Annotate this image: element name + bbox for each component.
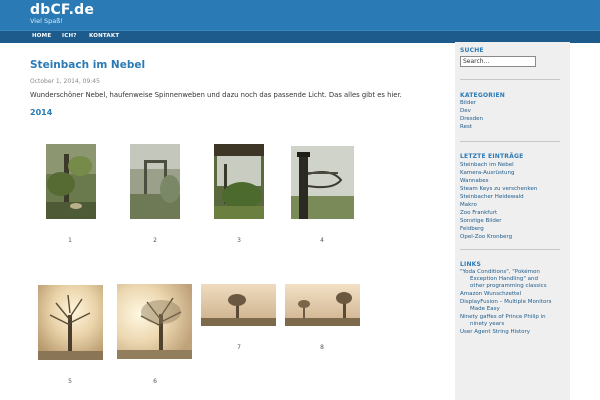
- gallery-caption: 3: [237, 237, 241, 244]
- divider: [460, 141, 560, 142]
- divider: [460, 249, 560, 250]
- nav-item-kontakt[interactable]: KONTAKT: [89, 33, 119, 39]
- sidebar: SUCHE KATEGORIEN Bilder Dev Dresden Rest…: [455, 42, 570, 400]
- blogroll-link-amazon[interactable]: Amazon Wunschzettel: [460, 291, 521, 298]
- recent-post-link[interactable]: Wannabes: [460, 178, 489, 185]
- recent-posts-heading: LETZTE EINTRÄGE: [460, 153, 524, 160]
- links-heading: LINKS: [460, 261, 482, 268]
- site-title[interactable]: dbCF.de: [30, 2, 94, 18]
- gallery-caption: 8: [320, 344, 324, 351]
- gallery-thumb-6[interactable]: [117, 284, 192, 359]
- post-title[interactable]: Steinbach im Nebel: [30, 59, 145, 71]
- gallery-caption: 7: [237, 344, 241, 351]
- gallery-thumb-2[interactable]: [130, 144, 180, 219]
- recent-post-link[interactable]: Steinbacher Heidewald: [460, 194, 524, 201]
- recent-post-link[interactable]: Feldberg: [460, 226, 484, 233]
- gallery-thumb-3[interactable]: [214, 144, 264, 219]
- gallery-caption: 4: [320, 237, 324, 244]
- blogroll-link-yoda[interactable]: "Yoda Conditions", "Pokémon: [460, 269, 540, 276]
- blogroll-link-prince-philip[interactable]: Ninety gaffes of Prince Philip in: [460, 314, 546, 321]
- blogroll-link-displayfusion[interactable]: DisplayFusion – Multiple Monitors: [460, 299, 551, 306]
- post-text: Wunderschöner Nebel, haufenweise Spinnen…: [30, 91, 402, 99]
- nav-item-ich[interactable]: ICH?: [62, 33, 77, 39]
- gallery-thumb-8[interactable]: [285, 284, 360, 326]
- search-input[interactable]: [460, 56, 536, 67]
- category-link[interactable]: Bilder: [460, 100, 476, 107]
- gallery-caption: 2: [153, 237, 157, 244]
- blogroll-link-displayfusion-cont[interactable]: Made Easy: [470, 306, 500, 313]
- recent-post-link[interactable]: Steam Keys zu verschenken: [460, 186, 537, 193]
- gallery-thumb-5[interactable]: [38, 285, 103, 360]
- divider: [460, 79, 560, 80]
- recent-post-link[interactable]: Kamera-Ausrüstung: [460, 170, 514, 177]
- gallery-caption: 1: [68, 237, 72, 244]
- gallery-caption: 5: [68, 378, 72, 385]
- categories-heading: KATEGORIEN: [460, 92, 506, 99]
- site-header: dbCF.de Viel Spaß!: [0, 0, 600, 30]
- recent-post-link[interactable]: Steinbach im Nebel: [460, 162, 514, 169]
- blogroll-link-user-agent[interactable]: User Agent String History: [460, 329, 530, 336]
- site-description: Viel Spaß!: [30, 17, 63, 25]
- category-link[interactable]: Dresden: [460, 116, 483, 123]
- blogroll-link-yoda-cont[interactable]: Exception Handling" and: [470, 276, 538, 283]
- category-link[interactable]: Rest: [460, 124, 472, 131]
- post-date: October 1, 2014, 09:45: [30, 78, 100, 85]
- recent-post-link[interactable]: Opel-Zoo Kronberg: [460, 234, 512, 241]
- nav-item-home[interactable]: HOME: [32, 33, 51, 39]
- recent-post-link[interactable]: Makro: [460, 202, 477, 209]
- gallery-heading: 2014: [30, 108, 53, 117]
- blogroll-link-prince-philip-cont[interactable]: ninety years: [470, 321, 504, 328]
- gallery-thumb-4[interactable]: [291, 146, 354, 219]
- gallery-thumb-7[interactable]: [201, 284, 276, 326]
- recent-post-link[interactable]: Zoo Frankfurt: [460, 210, 497, 217]
- gallery-thumb-1[interactable]: [46, 144, 96, 219]
- recent-post-link[interactable]: Sonstige Bilder: [460, 218, 501, 225]
- category-link[interactable]: Dev: [460, 108, 471, 115]
- search-heading: SUCHE: [460, 47, 484, 54]
- blogroll-link-yoda-cont[interactable]: other programming classics: [470, 283, 547, 290]
- gallery-caption: 6: [153, 378, 157, 385]
